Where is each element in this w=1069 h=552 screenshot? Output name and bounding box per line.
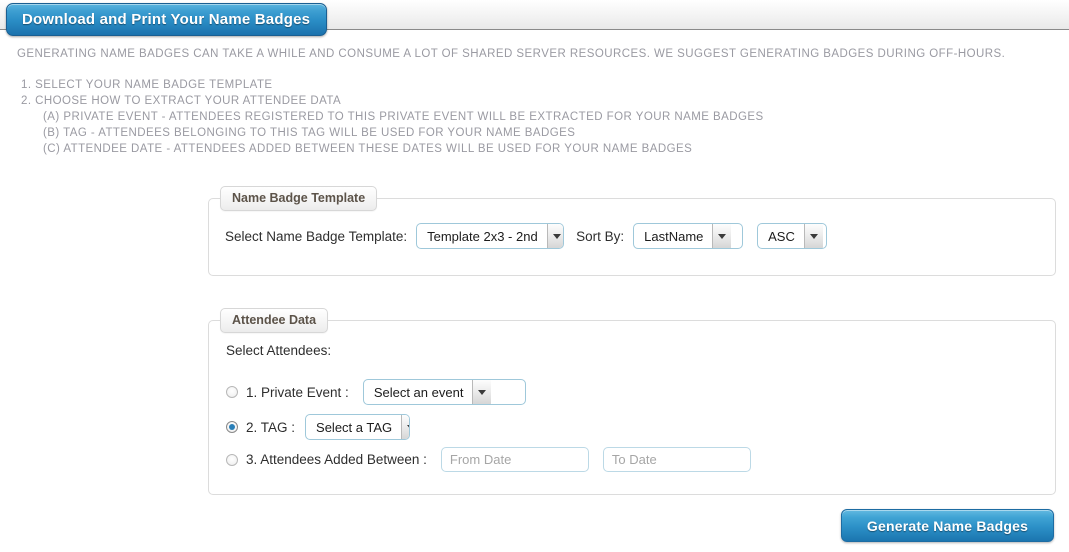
radio-tag[interactable] (226, 421, 238, 433)
generate-name-badges-button[interactable]: Generate Name Badges (841, 509, 1054, 542)
intro-notice: Generating name badges can take a while … (17, 48, 1006, 60)
intro-step-2: 2. Choose how to extract your attendee d… (21, 95, 342, 107)
tag-select-value: Select a TAG (316, 419, 393, 435)
name-badge-template-legend: Name Badge Template (220, 186, 378, 211)
attendee-option-dates-row: 3. Attendees Added Between : (226, 447, 751, 472)
attendee-data-section: Attendee Data Select Attendees: 1. Priva… (208, 308, 1056, 495)
radio-attendees-added-between[interactable] (226, 453, 238, 466)
intro-instructions: Generating name badges can take a while … (17, 46, 1037, 157)
chevron-down-icon[interactable] (546, 224, 564, 248)
chevron-down-icon[interactable] (472, 380, 492, 404)
sort-by-label: Sort By: (576, 228, 625, 244)
from-date-input[interactable] (440, 447, 589, 472)
sort-by-select-value: LastName (644, 228, 704, 244)
template-controls-row: Select Name Badge Template: Template 2x3… (225, 223, 828, 249)
attendee-option-private-event-row: 1. Private Event : Select an event (226, 379, 526, 405)
template-select-value: Template 2x3 - 2nd (427, 228, 538, 244)
tag-select[interactable]: Select a TAG (305, 414, 411, 440)
sort-order-select-value: ASC (768, 228, 795, 244)
intro-substep-a: (A) Private Event - Attendees registered… (43, 111, 764, 123)
attendee-data-legend: Attendee Data (220, 308, 329, 333)
intro-step-1: 1. Select your name badge template (21, 79, 273, 91)
intro-spacer (17, 62, 1037, 77)
template-select[interactable]: Template 2x3 - 2nd (416, 223, 565, 249)
to-date-input[interactable] (602, 447, 751, 472)
chevron-down-icon[interactable] (803, 224, 823, 248)
chevron-down-icon[interactable] (401, 415, 410, 439)
page-title: Download and Print Your Name Badges (6, 3, 328, 36)
sort-order-select[interactable]: ASC (757, 223, 828, 249)
radio-private-event[interactable] (226, 386, 238, 398)
sort-by-select[interactable]: LastName (633, 223, 744, 249)
name-badge-template-section: Name Badge Template Select Name Badge Te… (208, 186, 1056, 276)
radio-private-event-label[interactable]: 1. Private Event : (246, 385, 349, 400)
select-template-label: Select Name Badge Template: (225, 228, 408, 244)
private-event-select[interactable]: Select an event (362, 379, 526, 405)
radio-attendees-added-between-label[interactable]: 3. Attendees Added Between : (246, 452, 427, 467)
chevron-down-icon[interactable] (712, 224, 732, 248)
intro-substep-c: (C) Attendee Date - Attendees added betw… (43, 143, 693, 155)
radio-tag-label[interactable]: 2. TAG : (246, 420, 295, 435)
private-event-select-value: Select an event (373, 384, 464, 400)
intro-substep-b: (B) TAG - Attendees belonging to this ta… (43, 127, 576, 139)
select-attendees-label: Select Attendees: (226, 343, 332, 358)
attendee-option-tag-row: 2. TAG : Select a TAG (226, 414, 411, 440)
